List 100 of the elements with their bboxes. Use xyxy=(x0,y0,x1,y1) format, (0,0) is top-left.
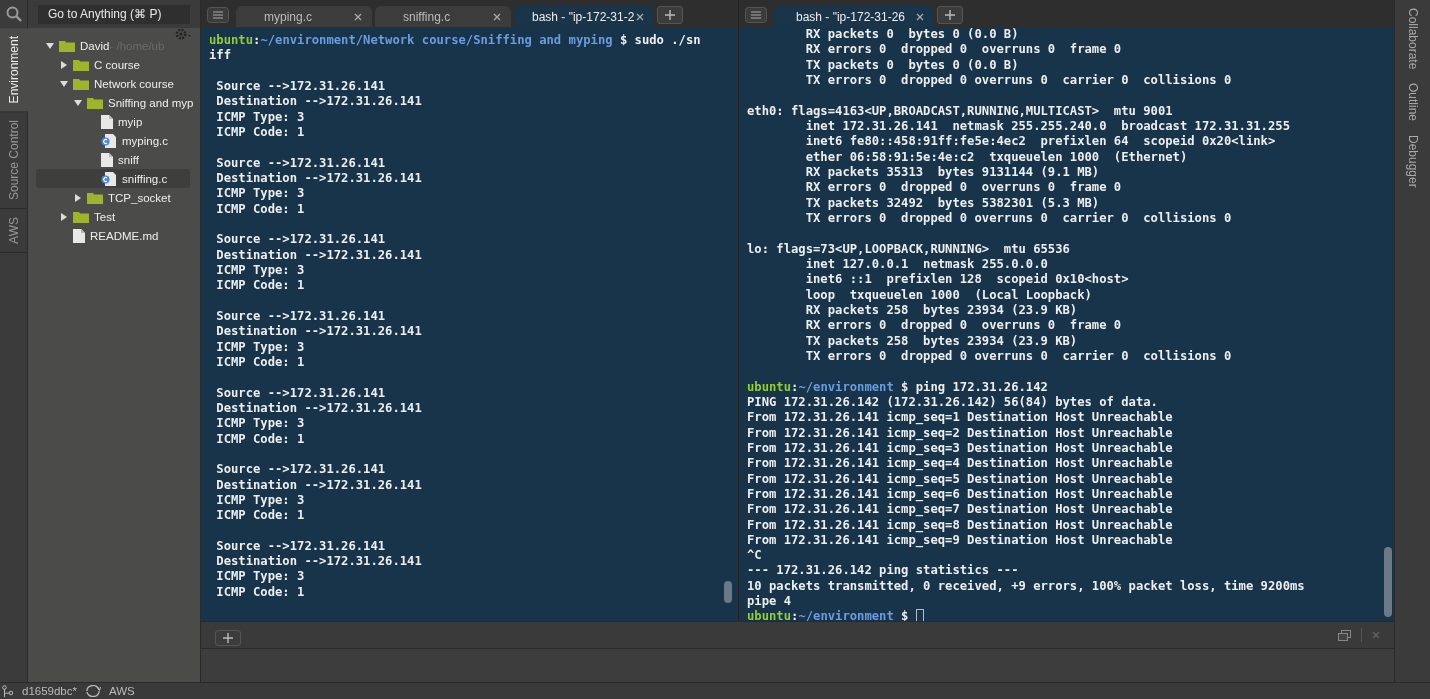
terminal-line: ICMP Code: 1 xyxy=(215,354,305,371)
tree-item[interactable]: myping.c xyxy=(36,131,173,150)
terminal-line: Destination -->172.31.26.141 xyxy=(215,554,422,570)
terminal-line: 10 packets transmitted, 0 received, +9 errors, 100% packet loss, time 9200ms xyxy=(747,578,1305,595)
tree-item[interactable]: Sniffing and myp xyxy=(36,93,198,112)
expand-triangle-icon[interactable] xyxy=(60,60,68,69)
terminal-line: Source -->172.31.26.141 xyxy=(215,462,386,478)
scrollbar-thumb[interactable] xyxy=(1384,547,1392,617)
terminal-line: inet6 ::1 prefixlen 128 scopeid 0x10<host> xyxy=(804,272,1129,288)
scrollbar-thumb[interactable] xyxy=(724,581,732,603)
terminal-line: From 172.31.26.141 icmp_seq=2 Destination Host Unreachable xyxy=(747,425,1173,441)
tree-item[interactable]: Test xyxy=(36,207,120,226)
branch-label[interactable]: d1659dbc* xyxy=(22,685,77,697)
region-label[interactable]: AWS xyxy=(109,685,135,697)
terminal-line: inet 172.31.26.141 netmask 255.255.240.0 broadcast 172.31.31.255 xyxy=(804,118,1290,135)
terminal-line: ^C xyxy=(747,548,762,564)
terminal-line: eth0: flags=4163<UP,BROADCAST,RUNNING,MULTICAST> mtu 9001 xyxy=(747,103,1173,119)
terminal-line: --- 172.31.26.142 ping statistics --- xyxy=(747,563,1019,579)
terminal-line: lo: flags=73<UP,LOOPBACK,RUNNING> mtu 65536 xyxy=(747,241,1070,257)
go-to-anything-field[interactable]: Go to Anything (⌘ P) xyxy=(38,4,190,24)
plus-icon[interactable] xyxy=(945,10,955,20)
tree-item[interactable]: README.md xyxy=(36,226,163,245)
terminal-line: ICMP Type: 3 xyxy=(215,492,305,509)
folder-icon xyxy=(73,77,89,90)
side-tab[interactable]: Collaborate xyxy=(1405,8,1420,70)
restore-icon[interactable] xyxy=(1338,629,1351,641)
terminal-line: iff xyxy=(209,48,231,64)
close-icon[interactable] xyxy=(916,13,924,21)
terminal-line: Destination -->172.31.26.141 xyxy=(215,400,422,417)
editor-tab[interactable]: myping.c xyxy=(236,6,372,28)
terminal-line: ICMP Code: 1 xyxy=(215,508,305,524)
editor-tab[interactable]: sniffing.c xyxy=(375,6,511,28)
collapse-triangle-icon[interactable] xyxy=(46,41,54,50)
terminal-line: TX packets 258 bytes 23934 (23.9 KB) xyxy=(804,333,1078,349)
search-icon[interactable] xyxy=(5,6,22,22)
side-tab[interactable]: Environment xyxy=(0,28,28,113)
terminal-line: Source -->172.31.26.141 xyxy=(215,308,386,325)
new-tab-button[interactable] xyxy=(657,6,683,24)
file-icon xyxy=(73,228,85,243)
terminal-line: From 172.31.26.141 icmp_seq=3 Destination Host Unreachable xyxy=(747,440,1173,457)
terminal-line: TX errors 0 dropped 0 overruns 0 carrier 0 collisions 0 xyxy=(804,73,1232,89)
side-tab[interactable]: Outline xyxy=(1405,83,1420,122)
terminal-line: pipe 4 xyxy=(747,594,792,610)
tree-item[interactable]: TCP_socket xyxy=(36,188,175,207)
terminal-line: ICMP Type: 3 xyxy=(215,339,305,355)
terminal-line: Source -->172.31.26.141 xyxy=(215,538,386,555)
terminal-line: TX errors 0 dropped 0 overruns 0 carrier 0 collisions 0 xyxy=(804,210,1232,227)
tree-item[interactable]: C course xyxy=(36,55,145,74)
expand-triangle-icon[interactable] xyxy=(60,212,68,221)
terminal-line: ubuntu:~/environment/Network course/Sniffing and myping $ sudo ./sn xyxy=(209,33,701,49)
terminal-line: From 172.31.26.141 icmp_seq=1 Destination Host Unreachable xyxy=(747,410,1173,426)
new-tab-button[interactable] xyxy=(937,6,963,24)
close-icon[interactable] xyxy=(354,13,362,21)
terminal[interactable] xyxy=(739,27,1394,621)
terminal-line: Destination -->172.31.26.141 xyxy=(215,170,422,187)
terminal-line: RX errors 0 dropped 0 overruns 0 frame 0 xyxy=(804,318,1122,334)
terminal[interactable] xyxy=(201,27,738,621)
file-icon xyxy=(101,114,113,129)
new-tab-button[interactable] xyxy=(215,630,241,646)
terminal-line: ICMP Type: 3 xyxy=(215,109,305,125)
terminal-line: ether 06:58:91:5e:4e:c2 txqueuelen 1000 (Ethernet) xyxy=(804,149,1188,165)
close-icon[interactable] xyxy=(493,13,501,21)
terminal-line: ICMP Type: 3 xyxy=(215,186,305,202)
collapse-triangle-icon[interactable] xyxy=(74,98,82,107)
plus-icon[interactable] xyxy=(223,633,233,643)
terminal-line: Source -->172.31.26.141 xyxy=(215,232,386,248)
terminal-line: ICMP Code: 1 xyxy=(215,584,305,601)
side-tab[interactable]: Debugger xyxy=(1405,135,1420,189)
terminal-line: RX packets 0 bytes 0 (0.0 B) xyxy=(804,27,1019,43)
close-icon[interactable] xyxy=(636,13,644,21)
expand-triangle-icon[interactable] xyxy=(74,193,82,202)
tree-item[interactable]: sniff xyxy=(36,150,143,169)
tree-item[interactable]: sniffing.c xyxy=(36,169,190,188)
plus-icon[interactable] xyxy=(665,10,675,20)
terminal-line: From 172.31.26.141 icmp_seq=9 Destination Host Unreachable xyxy=(747,532,1173,549)
terminal-line: Source -->172.31.26.141 xyxy=(215,79,386,95)
terminal-line: inet6 fe80::458:91ff:fe5e:4ec2 prefixlen 64 scopeid 0x20<link> xyxy=(804,134,1276,150)
sync-icon[interactable] xyxy=(85,685,101,697)
terminal-line: Destination -->172.31.26.141 xyxy=(215,477,422,493)
terminal-line: RX errors 0 dropped 0 overruns 0 frame 0 xyxy=(804,180,1122,196)
terminal-line: ICMP Type: 3 xyxy=(215,262,305,279)
tree-item[interactable]: Network course xyxy=(36,74,178,93)
editor-tab[interactable]: bash - "ip-172-31-26 xyxy=(774,6,934,28)
editor-tab[interactable]: bash - "ip-172-31-2 xyxy=(514,6,654,28)
folder-icon xyxy=(87,96,103,109)
terminal-line: ICMP Type: 3 xyxy=(215,569,305,585)
terminal-line: ubuntu:~/environment $ ping 172.31.26.142 xyxy=(747,379,1048,395)
collapse-triangle-icon[interactable] xyxy=(60,79,68,88)
branch-icon xyxy=(2,685,14,697)
menu-icon[interactable] xyxy=(207,7,229,23)
terminal-line: Destination -->172.31.26.141 xyxy=(215,247,422,263)
folder-icon xyxy=(73,58,89,71)
menu-icon[interactable] xyxy=(745,7,767,23)
terminal-line: From 172.31.26.141 icmp_seq=7 Destination Host Unreachable xyxy=(747,502,1173,518)
tree-item[interactable]: myip xyxy=(36,112,147,131)
terminal-line: TX errors 0 dropped 0 overruns 0 carrier 0 collisions 0 xyxy=(804,348,1232,365)
terminal-line: RX packets 35313 bytes 9131144 (9.1 MB) xyxy=(804,164,1100,181)
terminal-line: inet 127.0.0.1 netmask 255.0.0.0 xyxy=(804,256,1048,273)
terminal-line: PING 172.31.26.142 (172.31.26.142) 56(84) bytes of data. xyxy=(747,394,1158,411)
terminal-line: ICMP Code: 1 xyxy=(215,124,305,141)
